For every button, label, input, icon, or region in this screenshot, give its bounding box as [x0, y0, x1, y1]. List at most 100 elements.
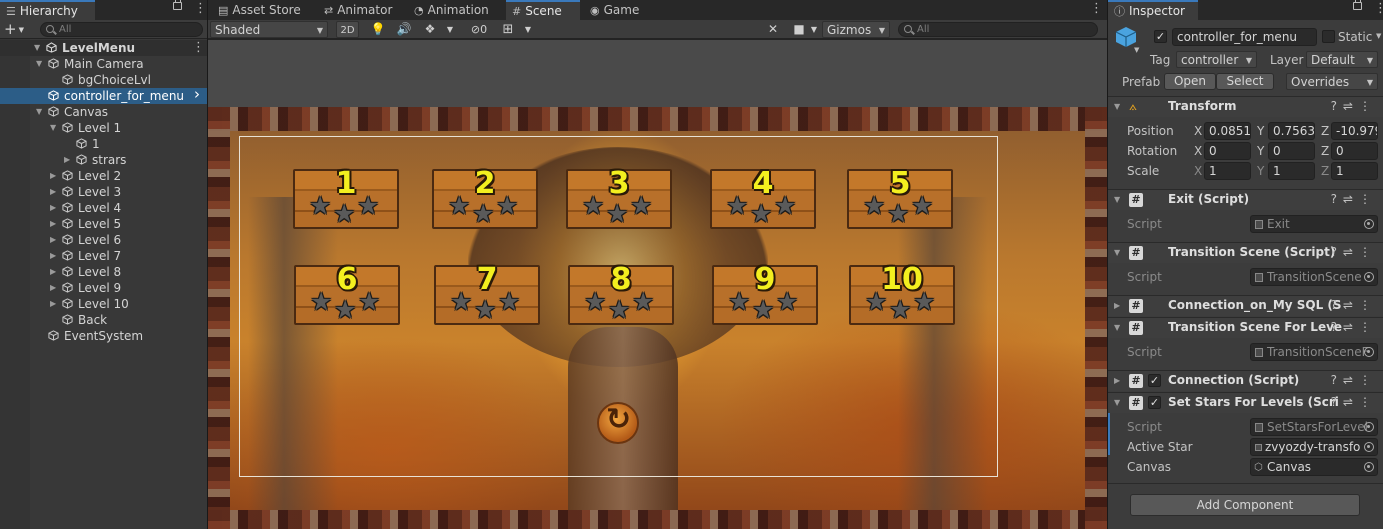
- hierarchy-item[interactable]: controller_for_menu ›: [0, 86, 207, 104]
- component-header-icons[interactable]: ?⇌⋮: [1331, 192, 1377, 206]
- create-button[interactable]: + ▼: [4, 20, 24, 39]
- rotation-z-field[interactable]: 0: [1331, 142, 1378, 160]
- back-button[interactable]: [597, 402, 639, 444]
- hierarchy-item[interactable]: ▶ Level 2: [0, 168, 207, 184]
- component-header-icons[interactable]: ?⇌⋮: [1331, 245, 1377, 259]
- level-button[interactable]: 7 ★ ★ ★: [434, 262, 540, 325]
- tab-animation[interactable]: ◔ Animation: [408, 0, 495, 20]
- prefab-open-button[interactable]: Open: [1164, 73, 1216, 90]
- expand-arrow-icon[interactable]: ▼: [1114, 398, 1120, 407]
- kebab-menu-icon[interactable]: ⋮: [1374, 1, 1383, 16]
- collapse-arrow-icon[interactable]: ▶: [50, 168, 56, 184]
- chevron-down-icon[interactable]: ▼: [522, 21, 534, 38]
- collapse-arrow-icon[interactable]: ▶: [50, 248, 56, 264]
- chevron-right-icon[interactable]: ›: [194, 86, 200, 102]
- hierarchy-item[interactable]: 1: [0, 136, 207, 152]
- tools-icon[interactable]: ✕: [765, 21, 781, 38]
- static-checkbox[interactable]: [1322, 30, 1335, 43]
- hidden-objects-toggle[interactable]: ⊘0: [464, 21, 494, 38]
- lighting-toggle-icon[interactable]: 💡: [370, 21, 386, 38]
- expand-arrow-icon[interactable]: ▼: [34, 40, 40, 56]
- expand-arrow-icon[interactable]: ▼: [36, 56, 42, 72]
- prefab-overrides-dropdown[interactable]: Overrides ▼: [1286, 73, 1378, 90]
- hierarchy-item[interactable]: ▶ strars: [0, 152, 207, 168]
- hierarchy-item[interactable]: ▼ Level 1: [0, 120, 207, 136]
- collapse-arrow-icon[interactable]: ▶: [50, 264, 56, 280]
- object-picker-icon[interactable]: [1364, 462, 1374, 472]
- transition-component-header[interactable]: ▼ # Transition Scene (Script) ?⇌⋮: [1108, 242, 1383, 263]
- chevron-down-icon[interactable]: ▼: [809, 21, 819, 38]
- scene-kebab-icon[interactable]: ⋮: [1090, 1, 1103, 16]
- hierarchy-item[interactable]: EventSystem: [0, 328, 207, 344]
- object-picker-icon[interactable]: [1364, 219, 1374, 229]
- transform-header[interactable]: ▼ ⟑ Transform ?⇌⋮: [1108, 96, 1383, 117]
- level-button[interactable]: 10 ★ ★ ★: [849, 262, 955, 325]
- component-header-icons[interactable]: ?⇌⋮: [1331, 99, 1377, 113]
- hierarchy-search-input[interactable]: All: [40, 22, 203, 37]
- hierarchy-item[interactable]: ▶ Level 3: [0, 184, 207, 200]
- tab-hierarchy[interactable]: ☰ Hierarchy: [0, 0, 95, 20]
- level-button[interactable]: 9 ★ ★ ★: [712, 262, 818, 325]
- object-picker-icon[interactable]: [1364, 422, 1374, 432]
- collapse-arrow-icon[interactable]: ▶: [50, 184, 56, 200]
- tab-animator[interactable]: ⇄ Animator: [318, 0, 398, 20]
- scene-kebab-icon[interactable]: ⋮: [192, 40, 205, 56]
- connection-sql-component-header[interactable]: ▶ # Connection_on_My SQL (S ?⇌⋮: [1108, 295, 1383, 316]
- camera-icon[interactable]: ■: [790, 21, 808, 38]
- effects-toggle-icon[interactable]: ❖: [422, 21, 438, 38]
- scale-z-field[interactable]: 1: [1331, 162, 1378, 180]
- expand-arrow-icon[interactable]: ▶: [1114, 376, 1120, 385]
- position-z-field[interactable]: -10.979: [1331, 122, 1378, 140]
- add-component-button[interactable]: Add Component: [1130, 494, 1360, 516]
- hierarchy-item[interactable]: ▶ Level 9: [0, 280, 207, 296]
- rotation-y-field[interactable]: 0: [1268, 142, 1315, 160]
- kebab-menu-icon[interactable]: ⋮: [194, 1, 207, 16]
- set-stars-enabled-checkbox[interactable]: ✓: [1148, 396, 1161, 409]
- expand-arrow-icon[interactable]: ▼: [1114, 323, 1120, 332]
- hierarchy-item[interactable]: Back: [0, 312, 207, 328]
- grid-snap-icon[interactable]: ⊞: [500, 21, 516, 38]
- scale-y-field[interactable]: 1: [1268, 162, 1315, 180]
- collapse-arrow-icon[interactable]: ▶: [50, 200, 56, 216]
- expand-arrow-icon[interactable]: ▼: [1114, 195, 1120, 204]
- chevron-down-icon[interactable]: ▼: [1376, 32, 1381, 40]
- active-checkbox[interactable]: ✓: [1154, 30, 1167, 43]
- object-picker-icon[interactable]: [1364, 347, 1374, 357]
- shading-mode-dropdown[interactable]: Shaded ▼: [210, 21, 328, 38]
- hierarchy-item[interactable]: ▶ Level 5: [0, 216, 207, 232]
- level-button[interactable]: 1 ★ ★ ★: [293, 166, 399, 229]
- tab-scene[interactable]: # Scene: [506, 0, 580, 20]
- level-button[interactable]: 6 ★ ★ ★: [294, 262, 400, 325]
- expand-arrow-icon[interactable]: ▼: [1114, 102, 1120, 111]
- set-stars-component-header[interactable]: ▼ # ✓ Set Stars For Levels (Scri ?⇌⋮: [1108, 392, 1383, 413]
- collapse-arrow-icon[interactable]: ▶: [64, 152, 70, 168]
- lock-icon[interactable]: [1353, 0, 1362, 10]
- level-button[interactable]: 8 ★ ★ ★: [568, 262, 674, 325]
- tab-inspector[interactable]: ⓘ Inspector: [1108, 0, 1198, 20]
- scale-x-field[interactable]: 1: [1204, 162, 1251, 180]
- position-y-field[interactable]: 0.7563: [1268, 122, 1315, 140]
- chevron-down-icon[interactable]: ▼: [1134, 46, 1139, 54]
- lock-icon[interactable]: [173, 0, 182, 10]
- expand-arrow-icon[interactable]: ▼: [1114, 248, 1120, 257]
- rotation-x-field[interactable]: 0: [1204, 142, 1251, 160]
- toggle-2d-button[interactable]: 2D: [336, 21, 359, 38]
- position-x-field[interactable]: 0.0851: [1204, 122, 1251, 140]
- hierarchy-item[interactable]: ▶ Level 10: [0, 296, 207, 312]
- component-header-icons[interactable]: ?⇌⋮: [1331, 395, 1377, 409]
- gizmos-dropdown[interactable]: Gizmos ▼: [822, 21, 890, 38]
- connection-enabled-checkbox[interactable]: ✓: [1148, 374, 1161, 387]
- exit-component-header[interactable]: ▼ # Exit (Script) ?⇌⋮: [1108, 189, 1383, 210]
- tab-game[interactable]: ◉ Game: [584, 0, 645, 20]
- tag-dropdown[interactable]: controller ▼: [1176, 51, 1257, 68]
- expand-arrow-icon[interactable]: ▼: [36, 104, 42, 120]
- object-picker-icon[interactable]: [1364, 272, 1374, 282]
- hierarchy-scene-row[interactable]: ▼ LevelMenu ⋮: [0, 40, 207, 56]
- component-header-icons[interactable]: ?⇌⋮: [1331, 373, 1377, 387]
- hierarchy-item[interactable]: ▶ Level 4: [0, 200, 207, 216]
- transition-level-component-header[interactable]: ▼ # Transition Scene For Leve ?⇌⋮: [1108, 317, 1383, 338]
- level-button[interactable]: 5 ★ ★ ★: [847, 166, 953, 229]
- connection-component-header[interactable]: ▶ # ✓ Connection (Script) ?⇌⋮: [1108, 370, 1383, 391]
- collapse-arrow-icon[interactable]: ▶: [50, 232, 56, 248]
- collapse-arrow-icon[interactable]: ▶: [50, 280, 56, 296]
